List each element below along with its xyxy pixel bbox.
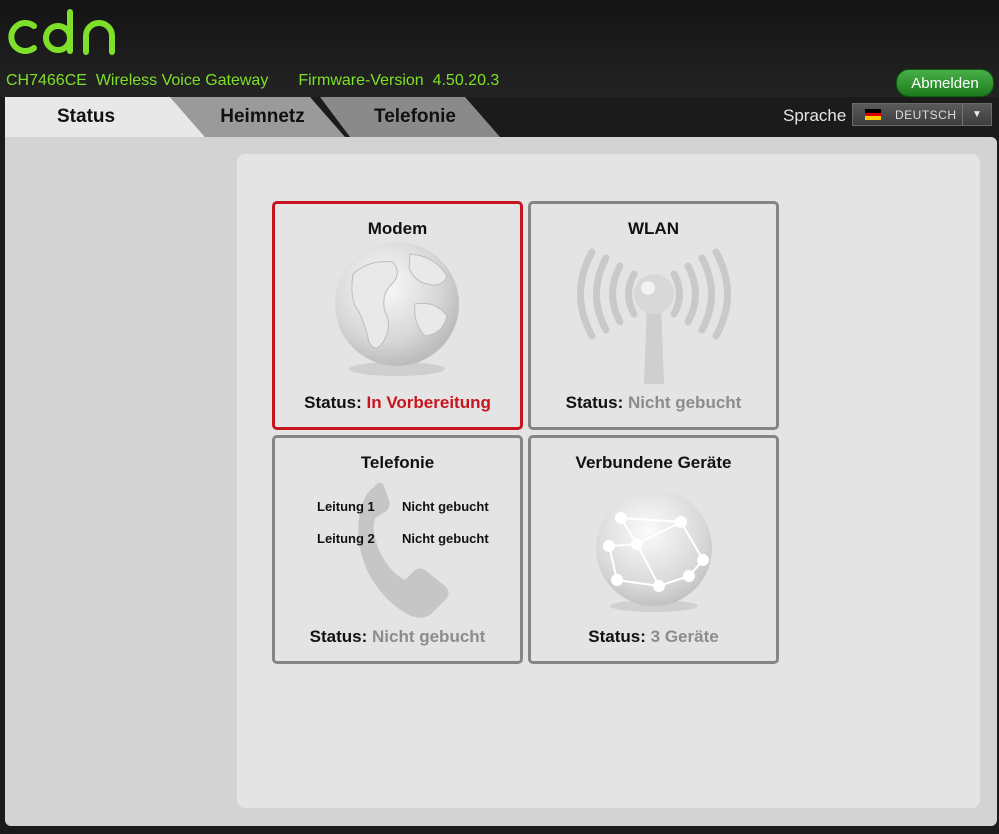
wlan-title: WLAN [628,219,679,238]
telefonie-status-value: Nicht gebucht [372,627,486,646]
logout-button[interactable]: Abmelden [896,69,994,97]
modem-status-label: Status: [304,393,362,412]
wlan-tile[interactable]: WLAN Status: Nicht gebucht [528,201,779,430]
cbn-logo [8,8,128,63]
language-label: Sprache [783,106,847,125]
tab-status[interactable]: Status [5,97,205,137]
status-panel: Modem Status: In Vorbereitung WLAN Statu… [237,154,980,808]
wlan-status-value: Nicht gebucht [628,393,742,412]
line-1-label: Leitung 1 [317,499,375,514]
line-1-value: Nicht gebucht [402,499,489,514]
device-info: CH7466CE Wireless Voice Gateway Firmware-… [6,72,499,90]
telefonie-status-label: Status: [309,627,368,646]
telefonie-status: Status: Nicht gebucht [275,627,520,647]
firmware-version: Firmware-Version 4.50.20.3 [298,72,500,89]
chevron-down-icon[interactable]: ▼ [962,104,991,125]
language-select[interactable]: DEUTSCH ▼ [852,103,992,126]
content-area: Modem Status: In Vorbereitung WLAN Statu… [5,137,997,826]
devices-title: Verbundene Geräte [575,453,732,472]
line-2-value: Nicht gebucht [402,531,489,546]
modem-status: Status: In Vorbereitung [275,393,520,413]
modem-status-value: In Vorbereitung [366,393,491,412]
line-2-label: Leitung 2 [317,531,375,546]
main-tabs: Telefonie Heimnetz Status [0,97,520,139]
german-flag-icon [865,109,881,121]
devices-tile[interactable]: Verbundene Geräte Status: 3 Geräte [528,435,779,664]
devices-status-label: Status: [588,627,646,646]
devices-status-value: 3 Geräte [650,627,719,646]
wlan-status: Status: Nicht gebucht [531,393,776,413]
header: CH7466CE Wireless Voice Gateway Firmware-… [0,0,999,97]
device-name: CH7466CE Wireless Voice Gateway [6,72,269,89]
telefonie-tile[interactable]: Telefonie Leitung 1 Nicht gebucht Leitun… [272,435,523,664]
modem-tile[interactable]: Modem Status: In Vorbereitung [272,201,523,430]
modem-title: Modem [367,219,428,238]
devices-status: Status: 3 Geräte [531,627,776,647]
tab-telefonie[interactable]: Telefonie [320,97,500,137]
telefonie-title: Telefonie [360,453,435,472]
wlan-status-label: Status: [565,393,624,412]
language-selected: DEUTSCH [895,107,957,122]
